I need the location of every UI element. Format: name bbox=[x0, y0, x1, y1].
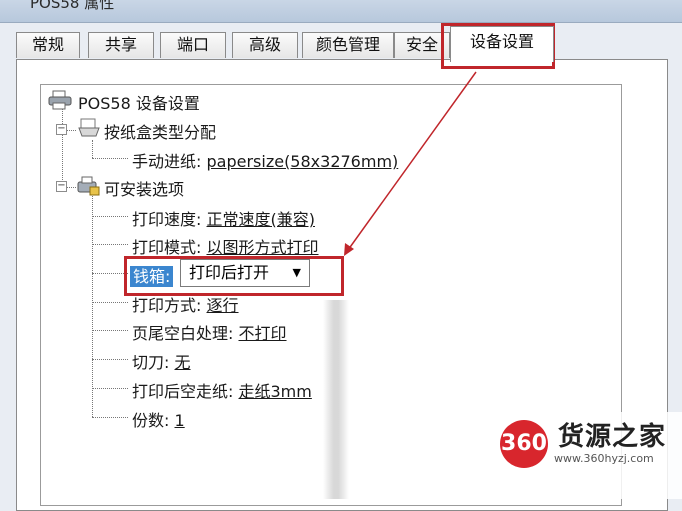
tab-device-settings[interactable]: 设备设置 bbox=[450, 26, 554, 62]
watermark-logo: 360 bbox=[500, 420, 548, 468]
watermark: 360 货源之家 www.360hyzj.com bbox=[492, 412, 682, 499]
watermark-brand: 货源之家 bbox=[558, 422, 667, 452]
image-smear bbox=[323, 300, 349, 499]
watermark-url: www.360hyzj.com bbox=[554, 452, 654, 465]
